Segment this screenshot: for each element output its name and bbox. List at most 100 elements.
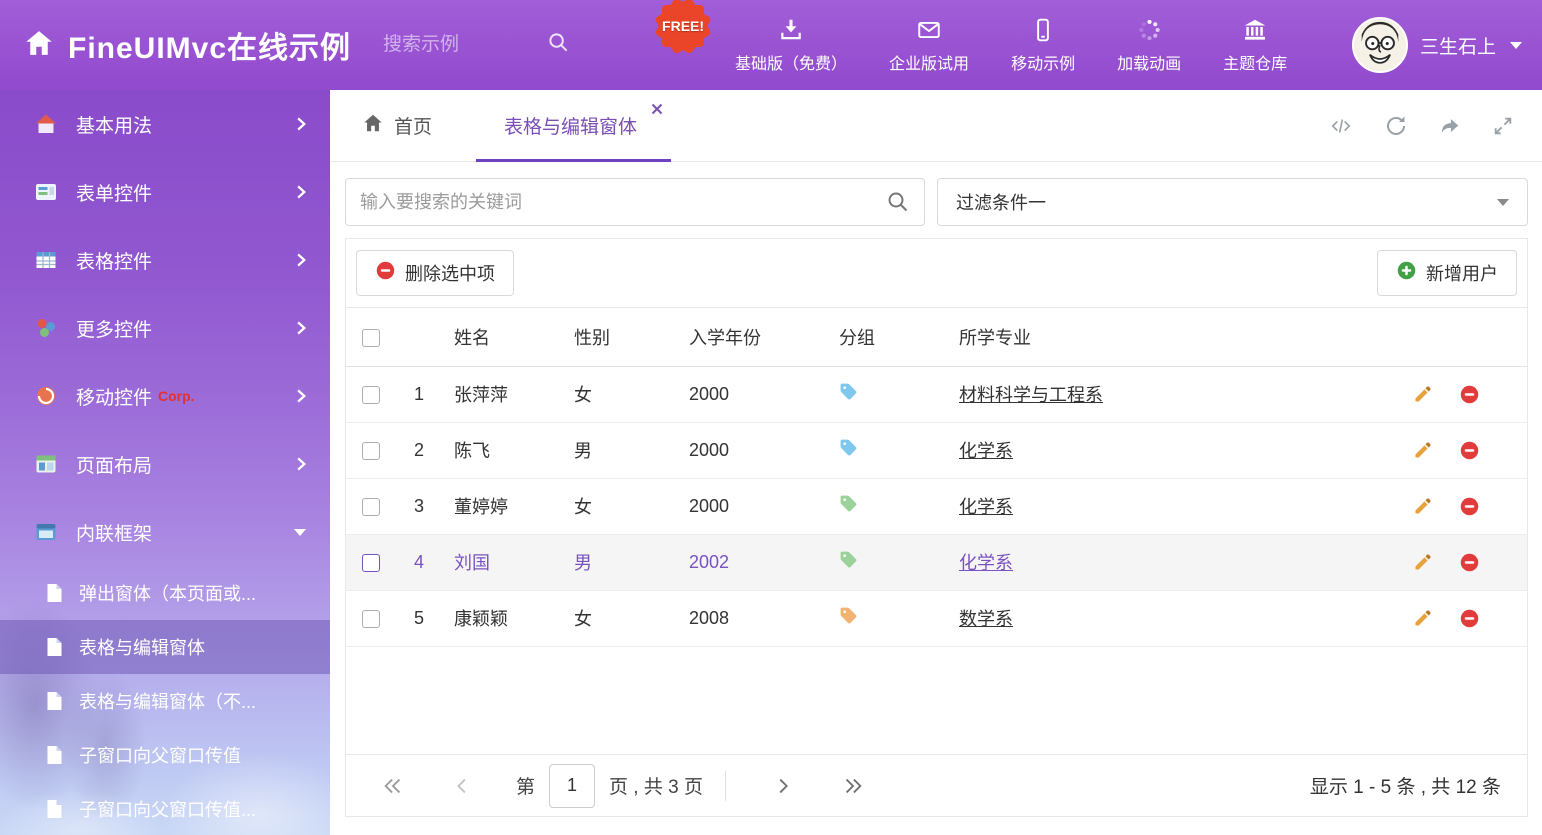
delete-icon[interactable] xyxy=(1459,496,1480,517)
nav-label: 主题仓库 xyxy=(1223,50,1287,74)
header-search-input[interactable] xyxy=(383,34,533,56)
nav-item-theme-repo[interactable]: 主题仓库 xyxy=(1223,17,1287,74)
tab-home[interactable]: 首页 xyxy=(352,90,442,161)
edit-icon[interactable] xyxy=(1413,440,1433,460)
column-header-gender: 性别 xyxy=(562,308,677,366)
sidebar-subitem-popup-window[interactable]: 弹出窗体（本页面或... xyxy=(0,566,330,620)
free-badge: FREE! xyxy=(653,0,713,56)
home-icon xyxy=(34,112,58,136)
delete-icon[interactable] xyxy=(1459,384,1480,405)
column-header-major: 所学专业 xyxy=(947,308,1409,366)
filter-dropdown[interactable]: 过滤条件一 xyxy=(937,178,1528,226)
sidebar-item-label: 更多控件 xyxy=(76,315,152,342)
edit-icon[interactable] xyxy=(1413,496,1433,516)
add-user-button[interactable]: 新增用户 xyxy=(1377,250,1517,296)
prev-page-icon[interactable] xyxy=(452,775,474,797)
sidebar-subitem-label: 表格与编辑窗体（不... xyxy=(79,688,256,714)
brand[interactable]: FineUIMvc在线示例 xyxy=(24,23,351,67)
nav-item-mobile-demo[interactable]: 移动示例 xyxy=(1011,17,1075,74)
sidebar-subitem-child-to-parent-2[interactable]: 子窗口向父窗口传值... xyxy=(0,782,330,835)
delete-icon[interactable] xyxy=(1459,440,1480,461)
refresh-icon[interactable] xyxy=(1384,114,1408,138)
tag-icon xyxy=(839,494,858,513)
table-row-selected[interactable]: 4 刘国 男 2002 化学系 xyxy=(346,534,1527,590)
row-checkbox[interactable] xyxy=(362,442,380,460)
sidebar-item-label: 页面布局 xyxy=(76,451,152,478)
form-icon xyxy=(34,180,58,204)
major-link[interactable]: 化学系 xyxy=(959,497,1013,517)
sidebar-item-form-controls[interactable]: 表单控件 xyxy=(0,158,330,226)
table-row[interactable]: 3 董婷婷 女 2000 化学系 xyxy=(346,478,1527,534)
sidebar-item-label: 内联框架 xyxy=(76,519,152,546)
search-icon[interactable] xyxy=(886,190,910,214)
sidebar-menu: 基本用法 表单控件 表格控件 xyxy=(0,90,330,835)
close-icon[interactable] xyxy=(651,103,663,115)
nav-item-enterprise-trial[interactable]: 企业版试用 xyxy=(889,17,969,74)
sidebar-item-page-layout[interactable]: 页面布局 xyxy=(0,430,330,498)
table-row[interactable]: 5 康颖颖 女 2008 数学系 xyxy=(346,590,1527,646)
table-row[interactable]: 1 张萍萍 女 2000 材料科学与工程系 xyxy=(346,366,1527,422)
sidebar-subitem-grid-edit-window-2[interactable]: 表格与编辑窗体（不... xyxy=(0,674,330,728)
chevron-right-icon xyxy=(297,321,306,335)
sidebar-item-inline-frame[interactable]: 内联框架 xyxy=(0,498,330,566)
edit-icon[interactable] xyxy=(1413,384,1433,404)
keyword-search-input[interactable] xyxy=(360,192,886,213)
user-name: 三生石上 xyxy=(1420,32,1496,59)
major-link[interactable]: 数学系 xyxy=(959,609,1013,629)
delete-selected-label: 删除选中项 xyxy=(405,260,495,286)
share-icon[interactable] xyxy=(1438,115,1462,137)
row-checkbox[interactable] xyxy=(362,554,380,572)
search-icon[interactable] xyxy=(547,31,570,59)
sidebar-item-grid-controls[interactable]: 表格控件 xyxy=(0,226,330,294)
user-menu[interactable]: 三生石上 xyxy=(1352,17,1522,73)
page-number-input[interactable] xyxy=(549,764,595,808)
grid-empty-space xyxy=(346,647,1527,755)
major-link[interactable]: 化学系 xyxy=(959,441,1013,461)
sidebar-subitem-label: 子窗口向父窗口传值... xyxy=(79,796,256,822)
edit-icon[interactable] xyxy=(1413,552,1433,572)
major-link[interactable]: 材料科学与工程系 xyxy=(959,385,1103,405)
chevron-down-icon xyxy=(1510,42,1522,49)
table-row[interactable]: 2 陈飞 男 2000 化学系 xyxy=(346,422,1527,478)
edit-icon[interactable] xyxy=(1413,608,1433,628)
nav-item-basic-free[interactable]: 基础版（免费） xyxy=(735,17,847,74)
keyword-search-box xyxy=(345,178,925,226)
last-page-icon[interactable] xyxy=(842,775,864,797)
sidebar-item-basic-usage[interactable]: 基本用法 xyxy=(0,90,330,158)
nav-item-loading-animation[interactable]: 加载动画 xyxy=(1117,17,1181,74)
delete-selected-button[interactable]: 删除选中项 xyxy=(356,250,514,296)
next-page-icon[interactable] xyxy=(772,775,794,797)
sidebar-subitem-grid-edit-window[interactable]: 表格与编辑窗体 xyxy=(0,620,330,674)
row-index: 5 xyxy=(396,590,442,646)
sidebar-item-more-controls[interactable]: 更多控件 xyxy=(0,294,330,362)
cell-gender: 男 xyxy=(562,534,677,590)
chevron-right-icon xyxy=(297,389,306,403)
tab-grid-edit-window[interactable]: 表格与编辑窗体 xyxy=(476,90,671,161)
major-link[interactable]: 化学系 xyxy=(959,553,1013,573)
tag-icon xyxy=(839,606,858,625)
column-header-name: 姓名 xyxy=(442,308,562,366)
first-page-icon[interactable] xyxy=(382,775,404,797)
cell-name: 陈飞 xyxy=(442,422,562,478)
column-header-group: 分组 xyxy=(827,308,947,366)
row-index: 4 xyxy=(396,534,442,590)
select-all-checkbox[interactable] xyxy=(362,329,380,347)
blocks-icon xyxy=(34,316,58,340)
cell-gender: 女 xyxy=(562,366,677,422)
cell-year: 2000 xyxy=(677,422,827,478)
chevron-right-icon xyxy=(297,457,306,471)
sidebar-subitem-label: 弹出窗体（本页面或... xyxy=(79,580,256,606)
delete-icon[interactable] xyxy=(1459,552,1480,573)
sidebar-subitem-child-to-parent[interactable]: 子窗口向父窗口传值 xyxy=(0,728,330,782)
sidebar-item-mobile-controls[interactable]: 移动控件 Corp. xyxy=(0,362,330,430)
code-icon[interactable] xyxy=(1328,115,1354,137)
corp-badge: Corp. xyxy=(158,388,195,404)
row-checkbox[interactable] xyxy=(362,610,380,628)
delete-icon[interactable] xyxy=(1459,608,1480,629)
expand-icon[interactable] xyxy=(1492,115,1514,137)
nav-label: 加载动画 xyxy=(1117,50,1181,74)
cell-name: 董婷婷 xyxy=(442,478,562,534)
file-icon xyxy=(46,583,63,603)
row-checkbox[interactable] xyxy=(362,386,380,404)
row-checkbox[interactable] xyxy=(362,498,380,516)
